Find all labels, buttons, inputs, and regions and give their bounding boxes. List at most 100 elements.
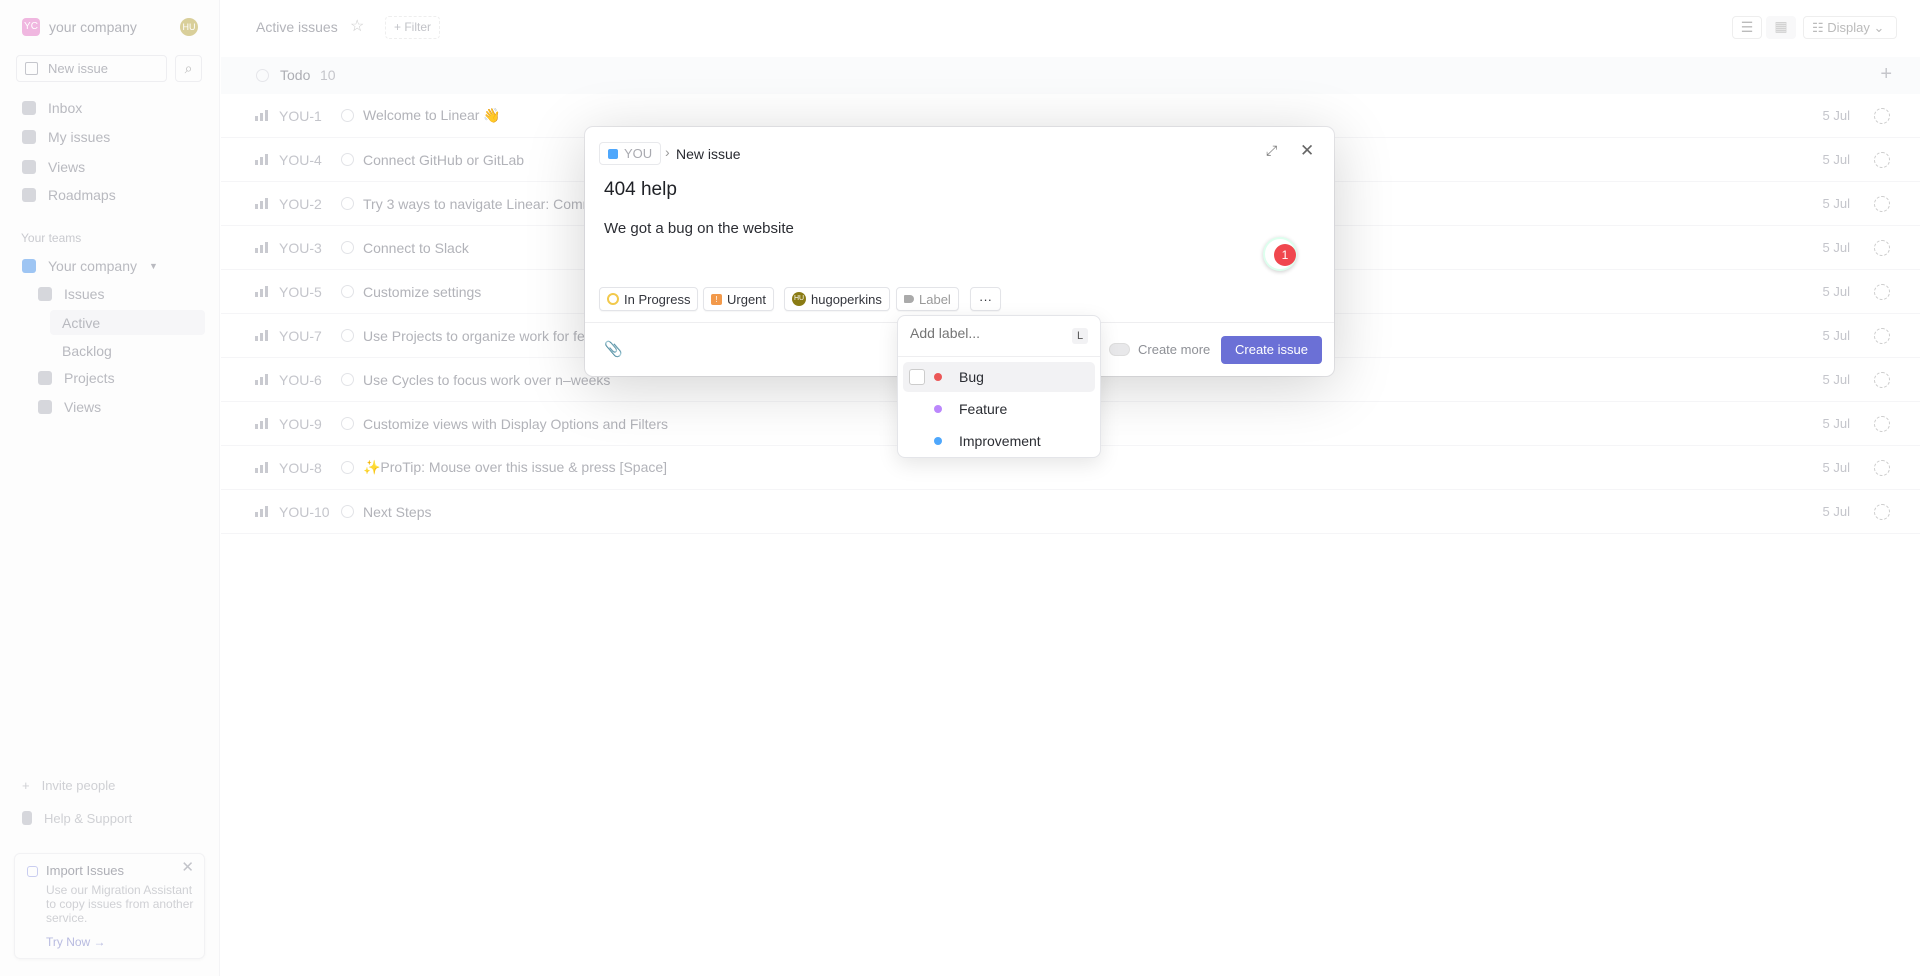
label-option-improvement[interactable]: Improvement [903,426,1095,456]
issue-id: YOU-5 [279,283,322,300]
display-button[interactable]: ☷ Display ⌄ [1803,16,1897,39]
sidebar-item-active[interactable]: Active [50,310,205,335]
team-icon [608,148,618,159]
layers-icon [22,160,36,174]
filter-button[interactable]: + Filter [385,16,441,39]
sidebar-item-my-issues[interactable]: My issues [22,125,110,149]
workspace-name[interactable]: your company [49,19,137,35]
attachment-icon[interactable]: 📎 [604,340,623,358]
issue-title: ✨ProTip: Mouse over this issue & press [… [363,459,668,475]
label-chip[interactable]: Label [896,287,959,311]
todo-status-icon[interactable] [341,109,354,122]
issue-id: YOU-1 [279,107,322,124]
todo-status-icon[interactable] [341,329,354,342]
assignee-icon[interactable] [1874,107,1890,124]
grid-icon: ▦ [1774,18,1788,34]
todo-status-icon[interactable] [341,197,354,210]
user-avatar[interactable]: HU [180,18,198,36]
issue-description-input[interactable]: We got a bug on the website [604,220,794,237]
close-icon[interactable]: ✕ [1300,141,1314,161]
search-icon: ⌕ [184,60,193,76]
priority-icon [255,330,268,341]
assignee-icon[interactable] [1874,151,1890,168]
team-name: Your company [48,258,137,274]
assignee-icon[interactable] [1874,195,1890,212]
more-options-button[interactable]: ··· [970,287,1001,311]
issue-date: 5 Jul [1822,108,1850,123]
priority-label: Urgent [727,291,767,307]
issue-title: Next Steps [363,503,432,520]
assignee-icon[interactable] [1874,327,1890,344]
more-icon: ··· [979,291,992,307]
group-header-todo[interactable]: Todo 10 + [221,57,1920,94]
board-view-toggle[interactable]: ▦ [1766,16,1796,39]
todo-status-icon[interactable] [341,417,354,430]
import-body: Use our Migration Assistant to copy issu… [46,883,194,925]
priority-chip[interactable]: ! Urgent [703,287,775,311]
assignee-chip[interactable]: HU hugoperkins [784,287,890,311]
try-now-link[interactable]: Try Now → [46,935,106,949]
todo-status-icon[interactable] [341,505,354,518]
sidebar-item-roadmaps[interactable]: Roadmaps [22,183,116,207]
assignee-icon[interactable] [1874,503,1890,520]
new-issue-button[interactable]: New issue [16,55,167,82]
invite-people-link[interactable]: + Invite people [22,773,115,797]
issue-id: YOU-6 [279,371,322,388]
team-your-company[interactable]: Your company ▼ [22,254,158,278]
sidebar-item-label: Roadmaps [48,187,116,203]
sidebar-item-issues[interactable]: Issues [38,282,104,306]
sidebar-item-projects[interactable]: Projects [38,366,115,390]
create-issue-button[interactable]: Create issue [1221,336,1322,364]
expand-icon[interactable]: ⤢ [1266,142,1277,159]
grid-icon [38,371,52,385]
todo-status-icon[interactable] [341,461,354,474]
list-view-toggle[interactable]: ☰ [1732,16,1762,39]
assignee-icon[interactable] [1874,371,1890,388]
priority-icon [255,462,268,473]
assignee-icon[interactable] [1874,239,1890,256]
priority-icon [255,154,268,165]
label-option-feature[interactable]: Feature [903,394,1095,424]
assignee-icon[interactable] [1874,283,1890,300]
issue-date: 5 Jul [1822,460,1850,475]
issue-date: 5 Jul [1822,196,1850,211]
priority-icon [255,110,268,121]
help-support-link[interactable]: Help & Support [22,806,132,830]
label-dropdown: L Bug Feature Improvement [897,315,1101,458]
grammar-assistant-button[interactable]: 1 [1263,237,1297,271]
issue-title-input[interactable]: 404 help [604,179,677,201]
add-issue-icon[interactable]: + [1880,63,1892,86]
checkbox[interactable] [909,369,925,385]
assignee-icon[interactable] [1874,415,1890,432]
page-title: Active issues [256,19,338,35]
search-button[interactable]: ⌕ [175,55,202,82]
label-label: Label [919,291,951,307]
todo-status-icon[interactable] [341,373,354,386]
sidebar-item-views[interactable]: Views [22,155,85,179]
sidebar-item-inbox[interactable]: Inbox [22,96,82,120]
sidebar-item-backlog[interactable]: Backlog [62,343,112,359]
status-chip[interactable]: In Progress [599,287,699,311]
sidebar: YC your company HU New issue ⌕ Inbox My … [0,0,220,976]
team-selector[interactable]: YOU [599,142,662,165]
label-color-dot [934,373,942,381]
issue-title: Customize settings [363,283,482,300]
assignee-icon[interactable] [1874,459,1890,476]
inbox-icon [22,101,36,115]
add-label-input[interactable] [910,325,1060,341]
issue-row[interactable]: YOU-10 Next Steps 5 Jul [221,490,1920,534]
create-more-toggle[interactable] [1109,343,1130,356]
close-icon[interactable]: ✕ [181,858,194,876]
issue-date: 5 Jul [1822,240,1850,255]
sidebar-item-team-views[interactable]: Views [38,395,101,419]
issue-date: 5 Jul [1822,284,1850,299]
issue-date: 5 Jul [1822,504,1850,519]
label-name: Feature [959,401,1008,417]
book-icon [22,811,32,825]
sidebar-item-label: Active [62,315,101,331]
todo-status-icon[interactable] [341,241,354,254]
label-option-bug[interactable]: Bug [903,362,1095,392]
todo-status-icon[interactable] [341,285,354,298]
star-icon[interactable]: ☆ [350,16,364,36]
todo-status-icon[interactable] [341,153,354,166]
